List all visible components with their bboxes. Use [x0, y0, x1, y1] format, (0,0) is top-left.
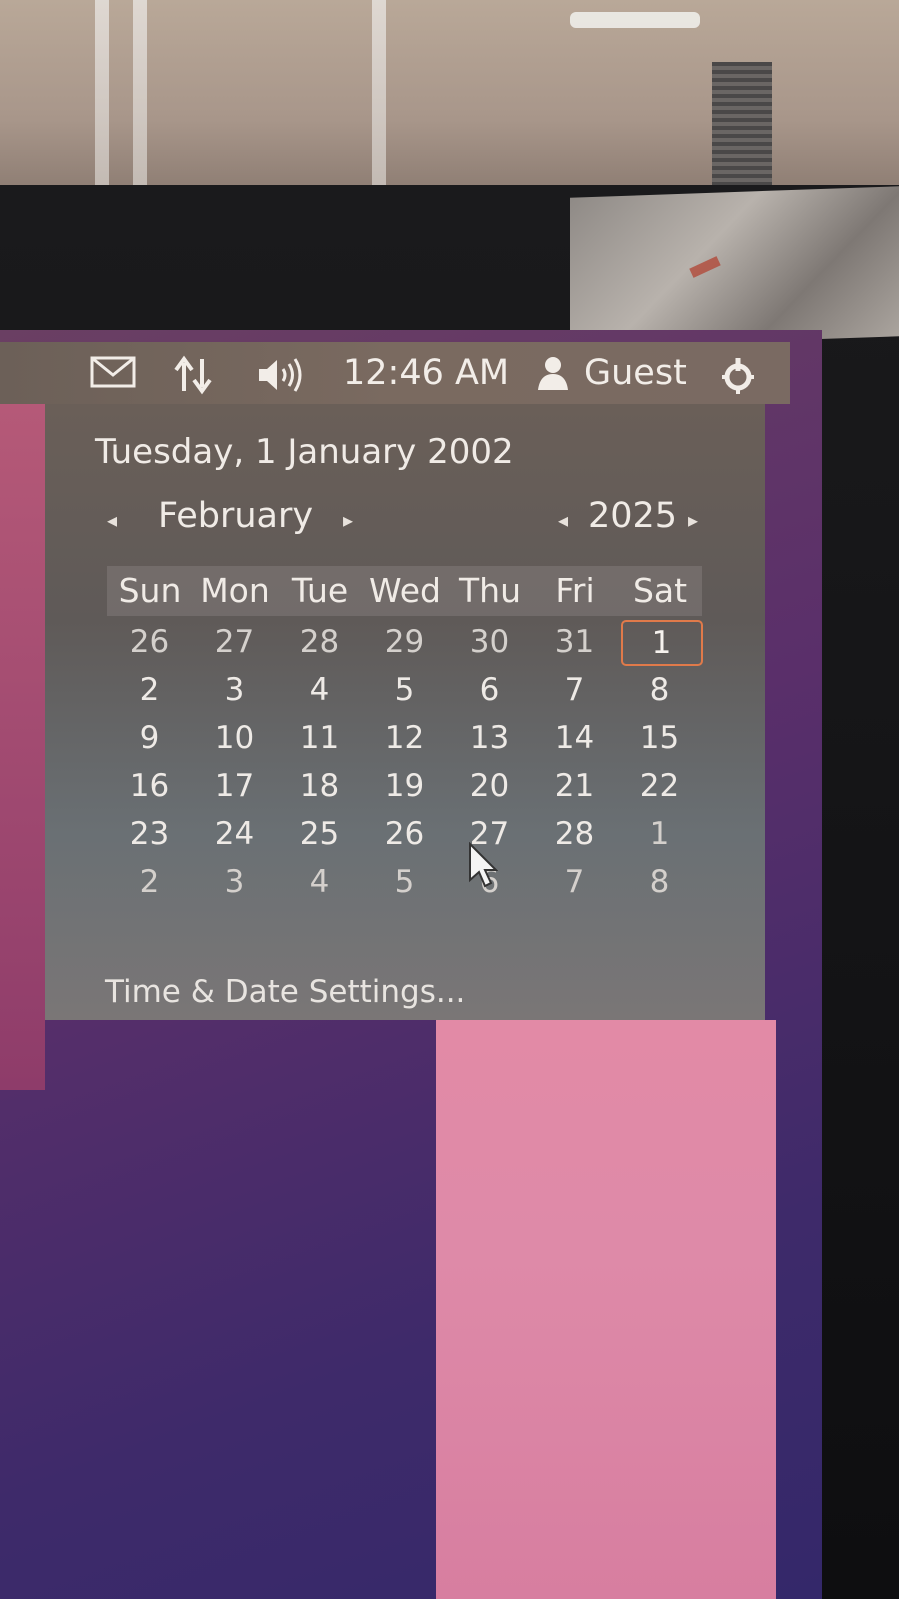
calendar-day[interactable]: 30 [448, 620, 532, 664]
calendar-day[interactable]: 12 [363, 716, 447, 760]
previous-year-button[interactable]: ◂ [558, 500, 568, 540]
calendar-day[interactable]: 4 [278, 860, 362, 904]
weekday-label: Wed [369, 571, 441, 610]
panel-clock[interactable]: 12:46 AM [343, 342, 509, 404]
year-label: 2025 [588, 496, 678, 536]
session-gear-icon[interactable] [716, 342, 764, 404]
calendar-day-selected[interactable]: 1 [620, 620, 703, 666]
calendar-day[interactable]: 2 [108, 860, 192, 904]
user-icon[interactable] [536, 342, 572, 404]
calendar-day[interactable]: 28 [533, 812, 617, 856]
weekday-header: Sun Mon Tue Wed Thu Fri Sat [107, 566, 702, 616]
calendar-day[interactable]: 4 [278, 668, 362, 712]
calendar-day[interactable]: 7 [533, 668, 617, 712]
calendar-day[interactable]: 3 [193, 860, 277, 904]
network-icon[interactable] [172, 342, 220, 404]
calendar-day[interactable]: 21 [533, 764, 617, 808]
time-date-settings-menu-item[interactable]: Time & Date Settings... [105, 974, 465, 1010]
calendar-day[interactable]: 20 [448, 764, 532, 808]
calendar-day[interactable]: 8 [618, 860, 702, 904]
weekday-label: Thu [459, 571, 521, 610]
window-blind [95, 0, 109, 190]
calendar-day[interactable]: 26 [363, 812, 447, 856]
desktop-wallpaper-strip [0, 390, 45, 1090]
monitor-screen: 12:46 AM Guest Tuesday, 1 January 2002 ◂… [0, 330, 822, 1599]
calendar-day[interactable]: 8 [618, 668, 702, 712]
calendar-day[interactable]: 6 [448, 668, 532, 712]
weekday-label: Mon [200, 571, 270, 610]
calendar-day[interactable]: 9 [108, 716, 192, 760]
calendar-day[interactable]: 25 [278, 812, 362, 856]
weekday-label: Sun [118, 571, 182, 610]
wall-vent [712, 62, 772, 187]
full-date-label: Tuesday, 1 January 2002 [95, 432, 514, 472]
calendar-day[interactable]: 27 [193, 620, 277, 664]
window-blind [133, 0, 147, 190]
ceiling-light [570, 12, 700, 28]
office-background [0, 0, 899, 200]
window-blind [372, 0, 386, 190]
calendar-day[interactable]: 31 [533, 620, 617, 664]
calendar-day[interactable]: 17 [193, 764, 277, 808]
mail-icon[interactable] [90, 342, 138, 404]
weekday-label: Fri [555, 571, 595, 610]
datetime-menu: Tuesday, 1 January 2002 ◂ February ▸ ◂ 2… [45, 404, 765, 1020]
calendar-day[interactable]: 5 [363, 860, 447, 904]
calendar-day[interactable]: 5 [363, 668, 447, 712]
calendar-day[interactable]: 23 [108, 812, 192, 856]
calendar-day[interactable]: 10 [193, 716, 277, 760]
calendar-day[interactable]: 22 [618, 764, 702, 808]
previous-month-button[interactable]: ◂ [107, 500, 117, 540]
month-label: February [158, 496, 314, 536]
calendar-day[interactable]: 1 [618, 812, 702, 856]
next-month-button[interactable]: ▸ [343, 500, 353, 540]
mouse-pointer-icon [469, 842, 498, 888]
calendar-day[interactable]: 29 [363, 620, 447, 664]
background-window [436, 1020, 776, 1599]
panel-user-name[interactable]: Guest [584, 342, 687, 404]
calendar-day[interactable]: 24 [193, 812, 277, 856]
calendar-day[interactable]: 18 [278, 764, 362, 808]
calendar-day[interactable]: 2 [108, 668, 192, 712]
volume-icon[interactable] [255, 342, 315, 404]
calendar-day[interactable]: 19 [363, 764, 447, 808]
calendar-day[interactable]: 16 [108, 764, 192, 808]
weekday-label: Tue [291, 571, 349, 610]
calendar-day[interactable]: 7 [533, 860, 617, 904]
calendar-day[interactable]: 28 [278, 620, 362, 664]
calendar-day[interactable]: 13 [448, 716, 532, 760]
top-panel: 12:46 AM Guest [0, 342, 790, 404]
calendar-day[interactable]: 3 [193, 668, 277, 712]
calendar-day[interactable]: 15 [618, 716, 702, 760]
next-year-button[interactable]: ▸ [688, 500, 698, 540]
photo-scene: 12:46 AM Guest Tuesday, 1 January 2002 ◂… [0, 0, 899, 1599]
tape-patch [570, 186, 899, 348]
calendar-day[interactable]: 11 [278, 716, 362, 760]
calendar-grid: 26 27 28 29 30 31 1 2 3 4 5 6 7 8 9 10 11 12 13 14 15 16 17 18 1… [107, 620, 703, 910]
calendar-day[interactable]: 14 [533, 716, 617, 760]
calendar-day[interactable]: 26 [108, 620, 192, 664]
weekday-label: Sat [632, 571, 688, 610]
